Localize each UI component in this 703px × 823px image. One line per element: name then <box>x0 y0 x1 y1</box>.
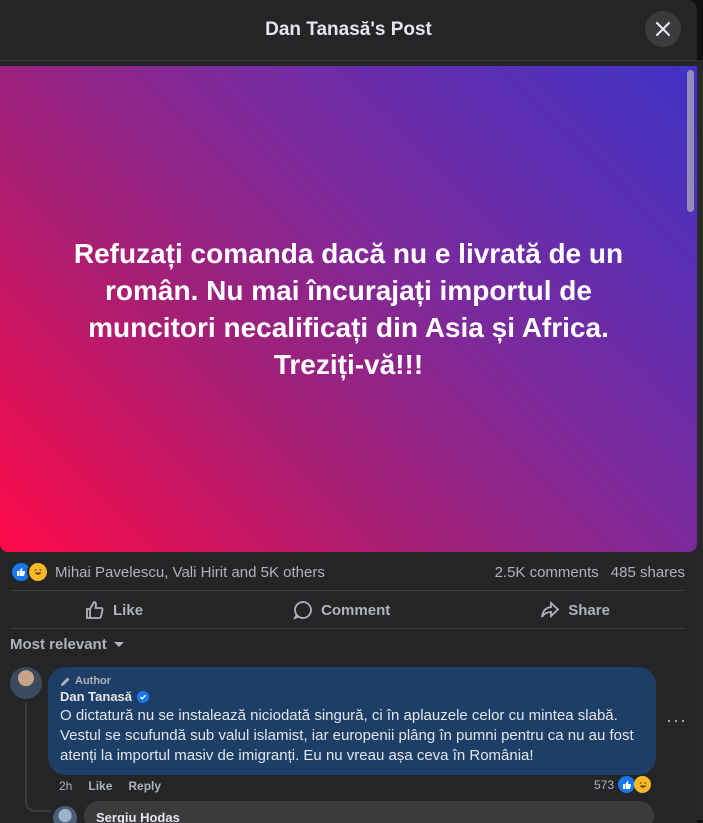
post-actions: Like Comment Share <box>10 592 685 628</box>
thread-connector <box>25 790 51 812</box>
comment-reply-button[interactable]: Reply <box>128 779 161 793</box>
author-badge: Author <box>60 674 644 688</box>
reaction-icons <box>10 561 49 583</box>
comment-text: O dictatură nu se instalează niciodată s… <box>60 707 634 764</box>
chevron-down-icon <box>113 641 124 647</box>
comment-reactions[interactable]: 573 <box>594 776 652 793</box>
sort-label: Most relevant <box>10 636 107 653</box>
pencil-icon <box>61 677 70 686</box>
shares-count[interactable]: 485 shares <box>611 564 685 581</box>
haha-reaction-icon <box>27 561 49 583</box>
author-badge-label: Author <box>75 675 112 687</box>
comment-label: Comment <box>321 601 391 619</box>
comment-icon <box>293 601 312 620</box>
close-button[interactable] <box>645 11 681 47</box>
post-modal: Dan Tanasă's Post Refuzați comanda dacă … <box>0 0 697 823</box>
comment-author-label: Dan Tanasă <box>60 689 133 704</box>
verified-badge-icon <box>137 691 150 703</box>
like-button[interactable]: Like <box>65 594 163 626</box>
share-icon <box>541 600 560 619</box>
post-background-card: Refuzați comanda dacă nu e livrată de un… <box>0 66 697 552</box>
share-label: Share <box>568 601 610 619</box>
reactions-summary[interactable]: Mihai Pavelescu, Vali Hirit and 5K other… <box>10 561 325 583</box>
close-icon <box>655 21 671 37</box>
post-stats: Mihai Pavelescu, Vali Hirit and 5K other… <box>10 558 685 586</box>
divider-top <box>10 590 685 591</box>
modal-title: Dan Tanasă's Post <box>265 19 432 40</box>
share-button[interactable]: Share <box>520 594 630 626</box>
more-options-icon[interactable]: ··· <box>666 710 687 731</box>
modal-header: Dan Tanasă's Post <box>0 0 697 61</box>
thumbs-up-icon <box>86 601 104 619</box>
comments-count[interactable]: 2.5K comments <box>495 564 599 581</box>
reactions-text: Mihai Pavelescu, Vali Hirit and 5K other… <box>55 563 325 581</box>
haha-reaction-icon <box>634 776 652 793</box>
comment-author-name[interactable]: Dan Tanasă <box>60 688 644 706</box>
comment-reaction-count: 573 <box>594 777 615 792</box>
comment-meta: 2h Like Reply <box>59 779 161 793</box>
reply-author-name[interactable]: Sergiu Hodas <box>96 810 180 823</box>
like-reaction-icon <box>618 776 636 793</box>
comment-bubble: Author Dan Tanasă O dictatură nu se inst… <box>48 667 656 775</box>
divider-bottom <box>10 628 685 629</box>
thread-line <box>25 702 27 804</box>
reply-bubble: Sergiu Hodas <box>84 801 654 823</box>
like-label: Like <box>113 601 144 619</box>
comment-button[interactable]: Comment <box>273 594 410 626</box>
post-text: Refuzați comanda dacă nu e livrată de un… <box>73 238 624 380</box>
avatar[interactable] <box>10 667 42 699</box>
reply-avatar[interactable] <box>53 806 77 823</box>
comment-time[interactable]: 2h <box>59 779 72 793</box>
comment-like-button[interactable]: Like <box>88 779 112 793</box>
comment-sort-dropdown[interactable]: Most relevant <box>10 636 125 653</box>
scrollbar-thumb[interactable] <box>687 70 694 212</box>
